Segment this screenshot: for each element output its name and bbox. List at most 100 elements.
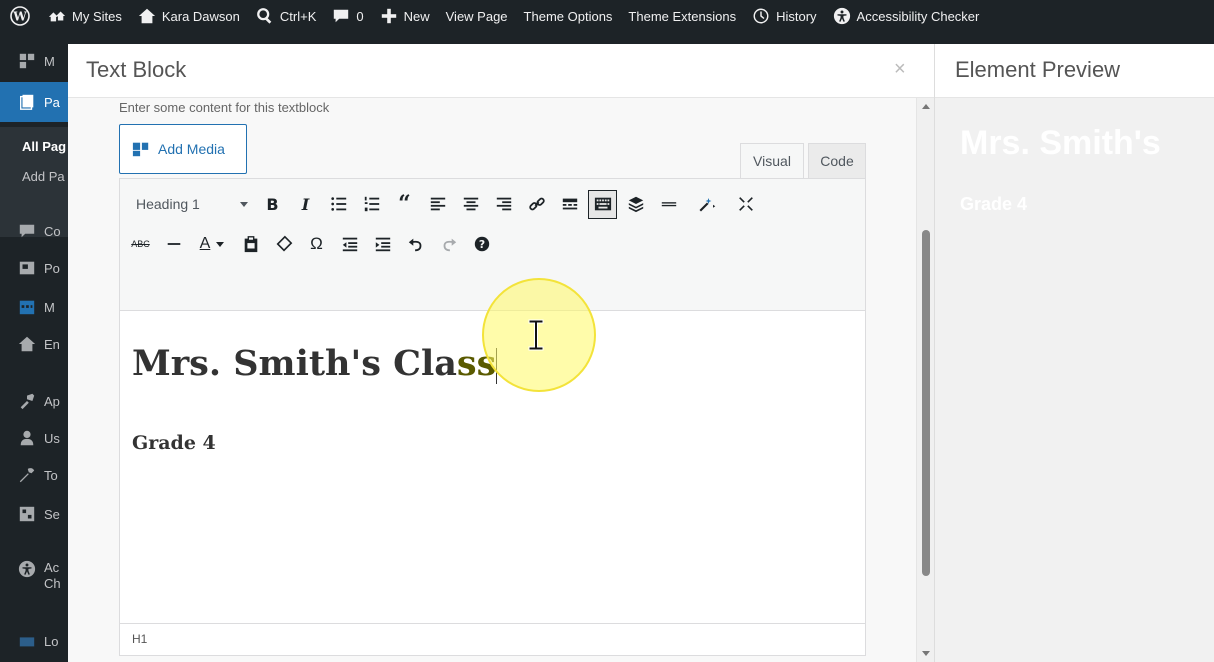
search-icon [257,8,272,24]
editor-toolbar: Heading 1 B I “ ABC A Ω ? [120,179,865,311]
sidebar-item-pages[interactable]: Pa [0,82,68,122]
bulleted-list-button[interactable] [324,190,353,219]
sidebar-item-calendar[interactable]: M [0,292,68,322]
wordpress-logo-icon[interactable]: W [0,0,40,32]
tab-visual[interactable]: Visual [740,143,804,178]
outdent-icon [342,237,357,252]
home-icon [138,8,155,24]
media-icon [19,53,35,69]
field-description: Enter some content for this textblock [119,100,330,115]
format-select-value: Heading 1 [136,196,200,212]
add-media-icon [132,142,149,157]
sidebar-item-label: M [44,53,55,69]
italic-button[interactable]: I [291,190,320,219]
add-media-button[interactable]: Add Media [119,124,247,174]
align-right-button[interactable] [489,190,518,219]
new-content-menu[interactable]: New [372,0,438,32]
content-heading-text: Mrs. Smith's Cla [132,343,457,384]
users-icon [20,430,34,446]
admin-sidebar: M Pa All Pag Add Pa Co Po M En Ap Us To … [0,32,68,662]
align-left-icon [430,197,445,211]
pages-icon [20,94,34,110]
read-more-button[interactable] [555,190,584,219]
format-select[interactable]: Heading 1 [126,190,254,219]
sidebar-item-label: M [44,299,55,315]
numbered-list-button[interactable] [357,190,386,219]
sidebar-item-enfold[interactable]: En [0,329,68,359]
layers-button[interactable] [621,190,650,219]
theme-extensions-link[interactable]: Theme Extensions [620,0,744,32]
sidebar-item-accessibility[interactable]: Ac Ch [0,552,68,602]
fullscreen-button[interactable] [731,190,760,219]
tools-icon [19,468,35,483]
sidebar-item-users[interactable]: Us [0,423,68,453]
magic-wand-button[interactable] [687,190,727,219]
outdent-button[interactable] [335,230,364,259]
indent-icon [375,237,390,252]
sidebar-item-label-group: Ac Ch [44,560,61,592]
text-caret [496,347,498,384]
search-menu[interactable]: Ctrl+K [248,0,324,32]
tab-code[interactable]: Code [808,143,866,178]
layout-icon [19,637,35,647]
align-center-button[interactable] [456,190,485,219]
insert-link-button[interactable] [522,190,551,219]
bold-button[interactable]: B [258,190,287,219]
text-color-button[interactable]: A [192,230,232,259]
content-paragraph[interactable]: Grade 4 [132,432,216,454]
paste-text-button[interactable] [236,230,265,259]
sidebar-item-layout[interactable]: Lo [0,626,68,656]
accessibility-checker-menu[interactable]: Accessibility Checker [825,0,988,32]
editor-content[interactable]: Mrs. Smith's Class Grade 4 [120,312,865,622]
site-name-menu[interactable]: Kara Dawson [130,0,248,32]
align-left-button[interactable] [423,190,452,219]
sidebar-item-media[interactable]: M [0,46,68,76]
content-heading-selected-text: ss [456,343,497,384]
portfolio-icon [19,261,35,275]
sidebar-item-portfolio[interactable]: Po [0,253,68,283]
toolbar-toggle-button[interactable] [588,189,617,219]
scroll-up-arrow-icon[interactable] [922,104,930,109]
blockquote-button[interactable]: “ [390,190,419,219]
preview-paragraph: Grade 4 [960,194,1028,214]
my-sites-menu[interactable]: My Sites [40,0,130,32]
modal-scrollbar[interactable] [916,98,934,662]
sidebar-item-label: En [44,336,60,352]
submenu-add-page[interactable]: Add Pa [22,169,65,184]
comments-menu[interactable]: 0 [324,0,371,32]
element-path[interactable]: H1 [132,632,147,646]
special-character-button[interactable]: Ω [302,230,331,259]
content-heading[interactable]: Mrs. Smith's Class [132,343,498,384]
view-page-link[interactable]: View Page [438,0,516,32]
align-right-icon [496,197,511,211]
sidebar-item-tools[interactable]: To [0,460,68,490]
theme-extensions-label: Theme Extensions [628,8,737,24]
sidebar-item-appearance[interactable]: Ap [0,386,68,416]
sidebar-item-settings[interactable]: Se [0,499,68,529]
horizontal-rule-button[interactable] [159,230,188,259]
scrollbar-thumb[interactable] [922,230,930,576]
undo-icon [408,238,421,252]
submenu-all-pages[interactable]: All Pag [22,139,66,154]
svg-text:W: W [12,10,27,24]
help-button[interactable]: ? [467,230,496,259]
clear-formatting-button[interactable] [269,230,298,259]
toolbar-row-2: ABC A Ω ? [126,227,496,261]
sidebar-item-comments[interactable]: Co [0,216,68,246]
undo-button[interactable] [401,230,430,259]
strikethrough-button[interactable]: ABC [126,230,155,259]
scroll-down-arrow-icon[interactable] [922,651,930,656]
history-label: History [776,8,817,24]
sidebar-item-label: To [44,467,58,483]
bulleted-list-icon [330,197,346,211]
history-menu[interactable]: History [744,0,824,32]
comments-icon [19,224,35,238]
redo-button[interactable] [434,230,463,259]
new-label: New [403,8,430,24]
horizontal-line-button[interactable] [654,190,683,219]
theme-options-link[interactable]: Theme Options [516,0,621,32]
indent-button[interactable] [368,230,397,259]
clipboard-icon [244,236,257,253]
horizontal-line-icon [661,202,676,207]
close-icon[interactable]: × [894,58,906,81]
